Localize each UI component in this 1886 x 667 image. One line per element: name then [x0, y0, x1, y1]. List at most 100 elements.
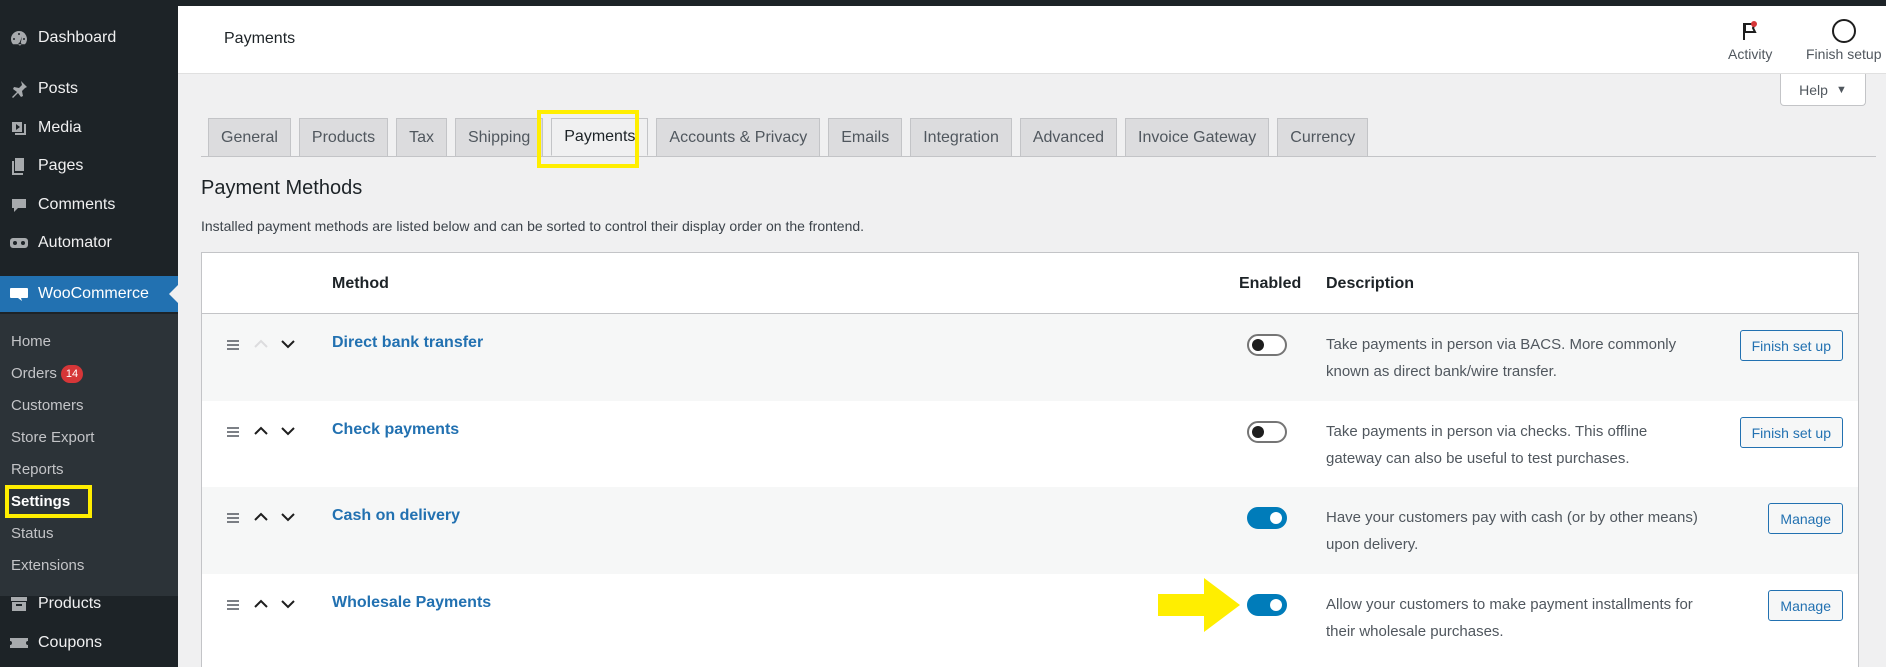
- sidebar-item-comments[interactable]: Comments: [0, 187, 178, 223]
- ticket-icon: [6, 633, 32, 653]
- tab-tax[interactable]: Tax: [396, 118, 447, 156]
- submenu-store-export[interactable]: Store Export: [11, 427, 94, 449]
- sidebar-item-label: Products: [38, 595, 102, 612]
- settings-tabs: General Products Tax Shipping Payments A…: [208, 118, 1376, 156]
- activity-button[interactable]: Activity: [1728, 16, 1772, 70]
- sidebar-item-label: Posts: [38, 80, 79, 97]
- table-row: Wholesale Payments Allow your customers …: [202, 574, 1858, 661]
- submenu-orders[interactable]: Orders 14: [11, 363, 84, 385]
- sidebar-item-label: Pages: [38, 157, 84, 174]
- drag-handle-icon[interactable]: [226, 511, 240, 525]
- submenu-status[interactable]: Status: [11, 523, 54, 545]
- help-tab[interactable]: Help ▼: [1780, 74, 1866, 106]
- submenu-home[interactable]: Home: [11, 331, 51, 353]
- admin-sidebar: Dashboard Posts Media Pages Comments Aut…: [0, 6, 179, 667]
- sidebar-item-woocommerce[interactable]: WooCommerce: [0, 276, 179, 312]
- move-down-icon[interactable]: [279, 335, 297, 353]
- sidebar-item-label: Coupons: [38, 634, 103, 651]
- automator-icon: [6, 233, 32, 253]
- sidebar-item-automator[interactable]: Automator: [0, 225, 178, 261]
- drag-handle-icon[interactable]: [226, 598, 240, 612]
- payment-method-description: Take payments in person via checks. This…: [1326, 423, 1648, 467]
- comment-icon: [6, 195, 32, 215]
- sidebar-item-coupons[interactable]: Coupons: [0, 625, 178, 661]
- progress-circle-icon: [1829, 16, 1859, 46]
- enabled-toggle[interactable]: [1247, 507, 1287, 529]
- sidebar-item-label: Dashboard: [38, 29, 117, 46]
- sidebar-item-dashboard[interactable]: Dashboard: [0, 20, 178, 56]
- move-down-icon[interactable]: [279, 508, 297, 526]
- section-title: Payment Methods: [201, 177, 363, 199]
- table-row: Direct bank transfer Take payments in pe…: [202, 314, 1858, 401]
- finish-setup-label: Finish setup: [1806, 46, 1882, 62]
- tab-emails[interactable]: Emails: [828, 118, 903, 156]
- enabled-toggle[interactable]: [1247, 594, 1287, 616]
- sidebar-item-label: Media: [38, 119, 82, 136]
- archive-icon: [6, 594, 32, 614]
- woo-icon: [6, 284, 32, 304]
- column-header-method: Method: [332, 275, 389, 292]
- payment-method-description: Have your customers pay with cash (or by…: [1326, 509, 1698, 553]
- enabled-toggle[interactable]: [1247, 421, 1287, 443]
- settings-highlight-box: [5, 485, 92, 518]
- tab-shipping[interactable]: Shipping: [454, 118, 544, 156]
- enabled-toggle[interactable]: [1247, 334, 1287, 356]
- flag-icon: [1735, 16, 1765, 46]
- sidebar-item-products[interactable]: Products: [0, 586, 178, 622]
- tab-accounts-privacy[interactable]: Accounts & Privacy: [656, 118, 821, 156]
- submenu-customers[interactable]: Customers: [11, 395, 84, 417]
- submenu-orders-label: Orders: [11, 365, 57, 382]
- payment-method-link[interactable]: Check payments: [332, 421, 459, 439]
- payments-tab-highlight-box: [537, 110, 639, 168]
- manage-button[interactable]: Manage: [1768, 590, 1843, 621]
- payment-method-link[interactable]: Direct bank transfer: [332, 334, 483, 352]
- move-up-icon[interactable]: [252, 508, 270, 526]
- activity-label: Activity: [1728, 46, 1773, 62]
- finish-setup-button[interactable]: Finish setup: [1806, 16, 1881, 70]
- sidebar-item-label: Comments: [38, 196, 116, 213]
- caret-down-icon: ▼: [1835, 83, 1847, 96]
- annotation-arrow-icon: [1158, 578, 1240, 632]
- payment-method-link[interactable]: Cash on delivery: [332, 507, 460, 525]
- finish-set-up-button[interactable]: Finish set up: [1739, 330, 1843, 361]
- sidebar-item-label: WooCommerce: [38, 285, 149, 302]
- column-header-enabled: Enabled: [1239, 275, 1302, 292]
- page-header: Payments Activity Finish setup: [178, 6, 1886, 74]
- move-down-icon[interactable]: [279, 422, 297, 440]
- move-down-icon[interactable]: [279, 595, 297, 613]
- tab-general[interactable]: General: [208, 118, 291, 156]
- orders-count-badge: 14: [60, 365, 84, 383]
- media-icon: [6, 118, 32, 138]
- payment-method-description: Allow your customers to make payment ins…: [1326, 596, 1693, 640]
- dashboard-icon: [6, 28, 32, 48]
- sidebar-item-pages[interactable]: Pages: [0, 148, 178, 184]
- woocommerce-submenu: Home Orders 14 Customers Store Export Rep…: [0, 314, 178, 596]
- submenu-reports[interactable]: Reports: [11, 459, 64, 481]
- tab-currency[interactable]: Currency: [1277, 118, 1369, 156]
- tabs-divider: [201, 156, 1876, 157]
- payment-method-description: Take payments in person via BACS. More c…: [1326, 336, 1677, 380]
- drag-handle-icon[interactable]: [226, 425, 240, 439]
- tab-invoice-gateway[interactable]: Invoice Gateway: [1125, 118, 1270, 156]
- sidebar-item-label: Automator: [38, 234, 112, 251]
- pages-icon: [6, 156, 32, 176]
- payment-method-link[interactable]: Wholesale Payments: [332, 594, 491, 612]
- column-header-description: Description: [1326, 275, 1415, 292]
- tab-integration[interactable]: Integration: [910, 118, 1012, 156]
- table-row: Check payments Take payments in person v…: [202, 401, 1858, 488]
- finish-set-up-button[interactable]: Finish set up: [1739, 417, 1843, 448]
- manage-button[interactable]: Manage: [1768, 503, 1843, 534]
- submenu-extensions[interactable]: Extensions: [11, 555, 84, 577]
- pin-icon: [6, 79, 32, 99]
- sidebar-item-media[interactable]: Media: [0, 110, 178, 146]
- drag-handle-icon[interactable]: [226, 338, 240, 352]
- move-up-icon[interactable]: [252, 595, 270, 613]
- payment-methods-table: Method Enabled Description Direct bank t…: [201, 252, 1859, 667]
- tab-advanced[interactable]: Advanced: [1019, 118, 1118, 156]
- table-row: Cash on delivery Have your customers pay…: [202, 487, 1858, 574]
- move-up-icon[interactable]: [252, 335, 270, 353]
- sidebar-item-posts[interactable]: Posts: [0, 71, 178, 107]
- tab-products[interactable]: Products: [298, 118, 389, 156]
- move-up-icon[interactable]: [252, 422, 270, 440]
- page-title: Payments: [224, 30, 296, 47]
